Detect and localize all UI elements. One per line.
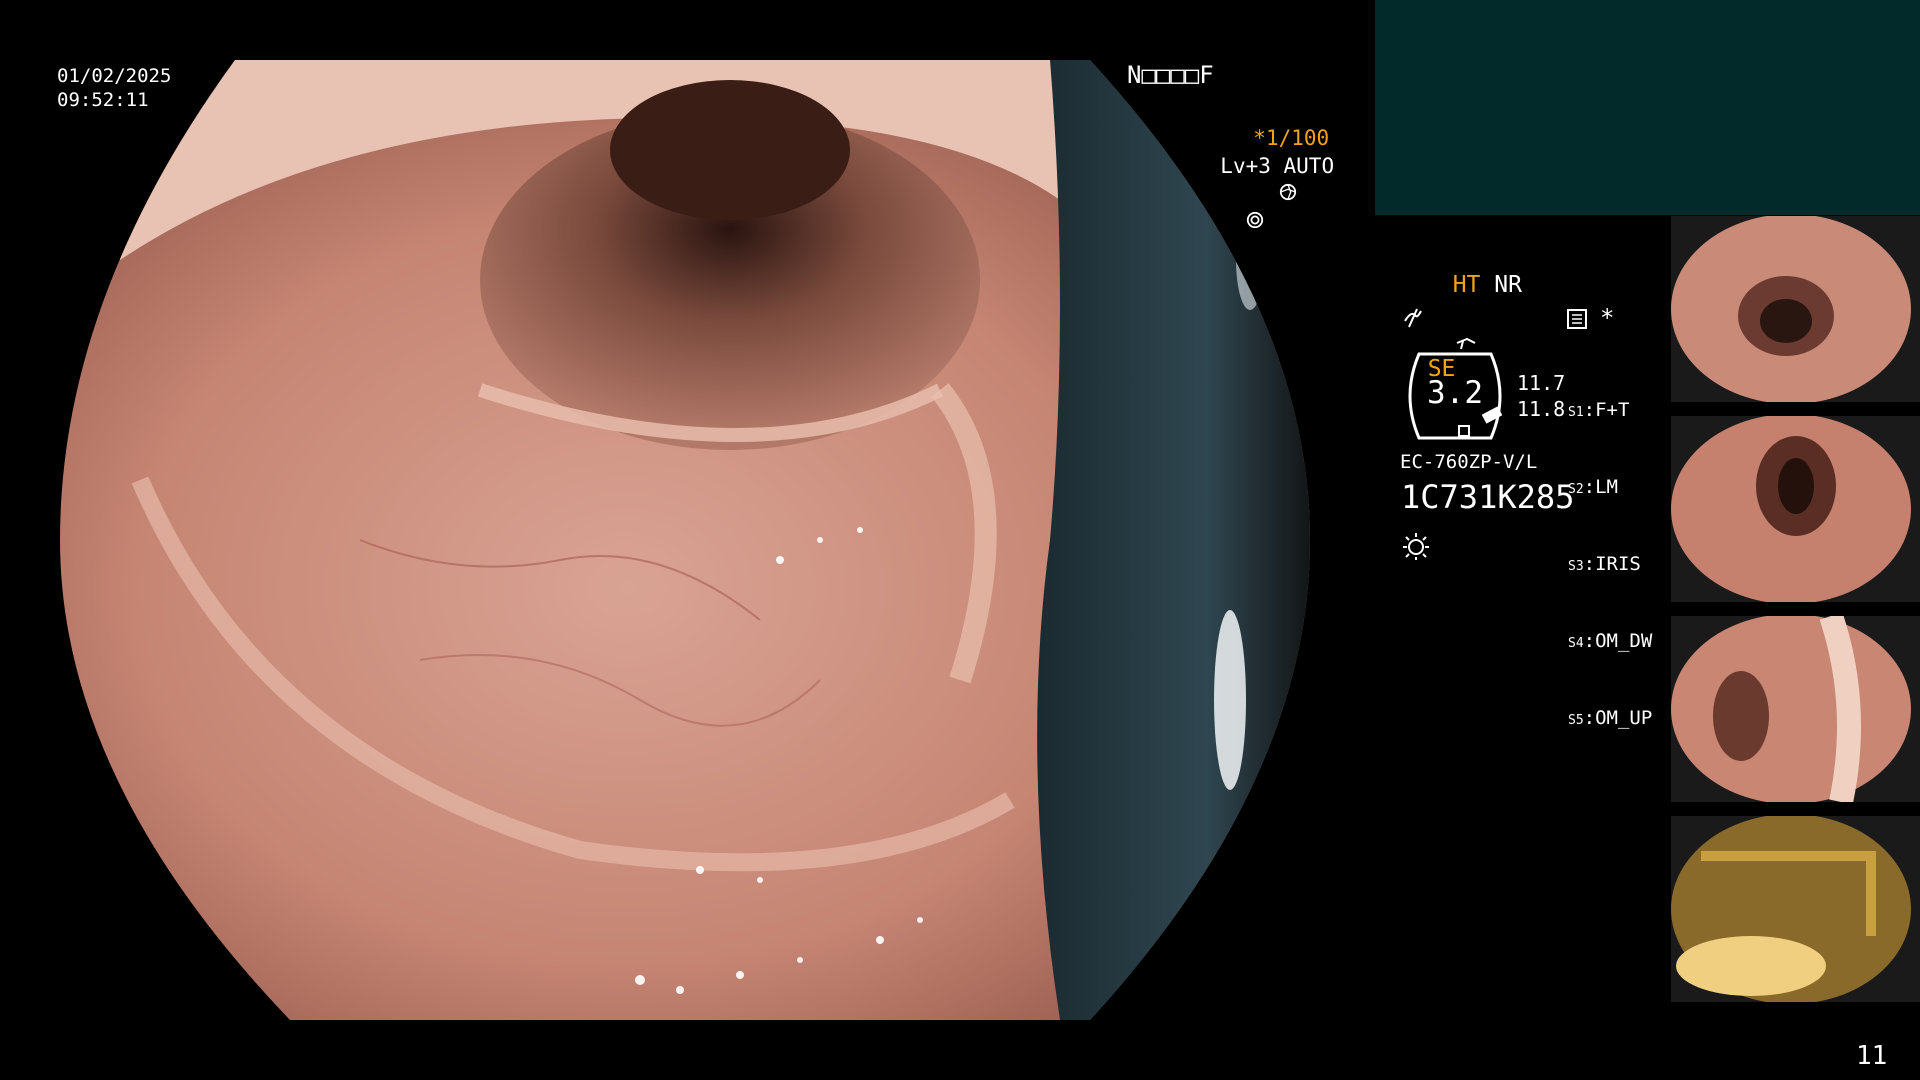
nr-indicator: NR [1494,272,1522,298]
thumbnail-2[interactable] [1671,416,1920,602]
gauge-top-value: 11.7 [1517,371,1566,395]
endoscope-image-content [60,60,1310,1020]
thumbnail-3[interactable] [1671,616,1920,802]
switch-row: S3:IRIS [1568,553,1641,575]
switch-row: S1:F+T [1568,399,1630,421]
thumbnail-image [1671,816,1920,1002]
info-panel-placeholder [1375,0,1920,215]
gauge-bottom-value: 11.8 [1517,397,1566,421]
date-time-block: 01/02/2025 09:52:11 [57,64,171,112]
switch-row: S4:OM_DW [1568,630,1653,652]
patient-id-field: N□□□□F [1127,61,1214,89]
endoscope-main-view [60,60,1320,1020]
switch-row: S2:LM [1568,476,1618,498]
time-text: 09:52:11 [57,89,149,111]
switch-row: S5:OM_UP [1568,707,1653,729]
freeze-icon [1403,307,1423,333]
thumbnail-4[interactable] [1671,816,1920,1002]
date-text: 01/02/2025 [57,65,172,87]
scope-model: EC-760ZP-V/L [1400,451,1538,473]
thumbnail-1[interactable] [1671,216,1920,402]
light-icon [1401,531,1431,565]
gauge-value: 3.2 [1427,375,1483,411]
page-number: 11 [1856,1041,1888,1071]
thumbnail-image [1671,616,1920,802]
level-row: Lv+3 AUTO [1195,126,1334,261]
record-icon [1566,308,1588,334]
star-indicator: * [1600,304,1615,332]
iris-icon [1195,208,1264,259]
gauge-readouts: 11.7 11.8 [1517,370,1565,422]
light-level-text: Lv+3 AUTO [1220,154,1335,178]
zoom-gauge: 3.2 [1399,350,1511,442]
scope-serial: 1C731K285 [1401,478,1575,516]
thumbnail-image [1671,416,1920,602]
thumbnail-image [1671,216,1920,402]
switch-list: S1:F+T S2:LM S3:IRIS S4:OM_DW S5:OM_UP [1568,348,1652,758]
